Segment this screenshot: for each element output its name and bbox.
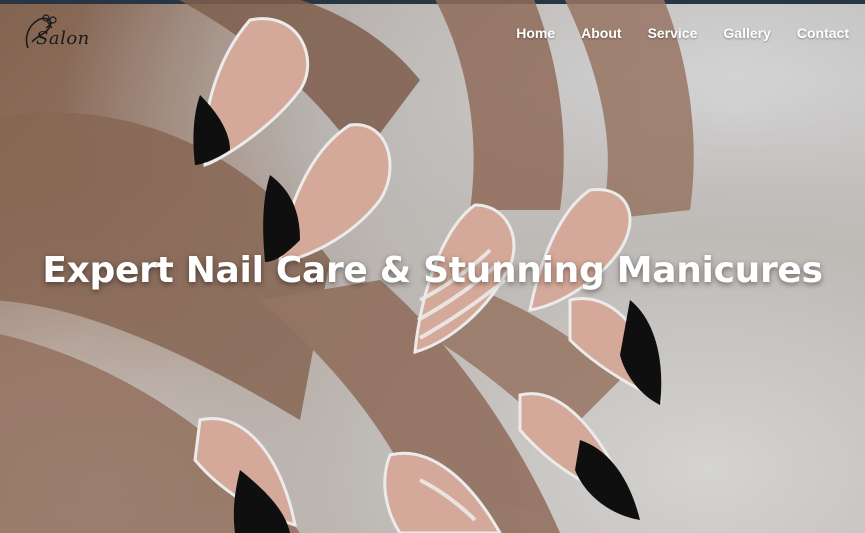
- main-nav: Home About Service Gallery Contact: [503, 24, 849, 42]
- hero-section: Salon Home About Service Gallery Contact…: [0, 0, 865, 533]
- nav-gallery-link[interactable]: Gallery: [710, 24, 783, 42]
- hero-title: Expert Nail Care & Stunning Manicures: [42, 250, 823, 291]
- nav-about-link[interactable]: About: [568, 24, 634, 42]
- nav-home-link[interactable]: Home: [503, 24, 568, 42]
- navbar: Salon Home About Service Gallery Contact: [0, 4, 865, 62]
- nav-service-link[interactable]: Service: [635, 24, 711, 42]
- logo[interactable]: Salon: [16, 8, 89, 60]
- logo-text: Salon: [36, 28, 90, 49]
- nav-contact-link[interactable]: Contact: [784, 24, 849, 42]
